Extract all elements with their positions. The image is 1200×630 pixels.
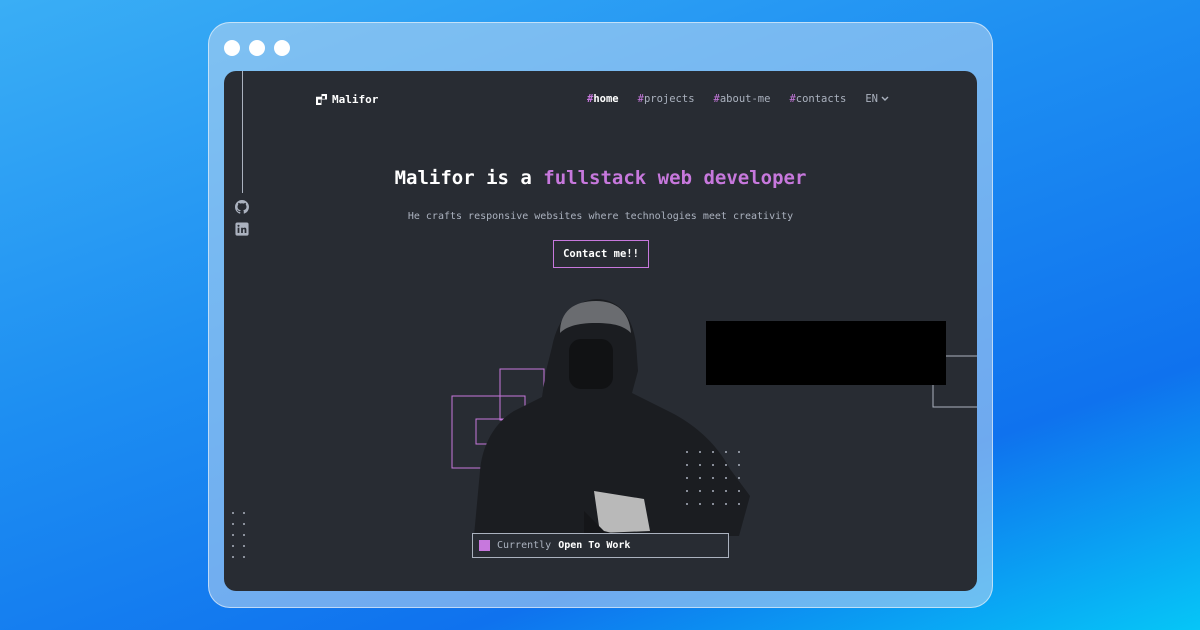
grid-dot (699, 464, 701, 466)
grid-dot (232, 556, 234, 558)
grid-dot (232, 523, 234, 525)
grid-dot (712, 451, 714, 453)
grid-dot (738, 490, 740, 492)
grid-dot (243, 534, 245, 536)
portfolio-page: Malifor #home #projects #about-me #conta… (224, 71, 977, 591)
grid-dot (699, 490, 701, 492)
browser-window: Malifor #home #projects #about-me #conta… (208, 22, 993, 608)
grid-dot (686, 503, 688, 505)
grid-dot (725, 490, 727, 492)
grid-dot (725, 477, 727, 479)
grid-dot (686, 464, 688, 466)
left-dot-grid (232, 512, 245, 558)
status-value: Open To Work (558, 540, 631, 551)
maximize-window-button[interactable] (274, 40, 290, 56)
grid-dot (712, 464, 714, 466)
status-prefix: Currently (497, 540, 552, 551)
grid-dot (712, 503, 714, 505)
grid-dot (699, 451, 701, 453)
grid-dot (243, 556, 245, 558)
grid-dot (712, 477, 714, 479)
grid-dot (243, 523, 245, 525)
grid-dot (686, 477, 688, 479)
grid-dot (738, 451, 740, 453)
grid-dot (699, 503, 701, 505)
grid-dot (232, 512, 234, 514)
minimize-window-button[interactable] (249, 40, 265, 56)
status-badge: Currently Open To Work (472, 533, 729, 558)
grid-dot (243, 512, 245, 514)
grid-dot (232, 534, 234, 536)
grid-dot (243, 545, 245, 547)
grid-dot (725, 451, 727, 453)
grid-dot (725, 464, 727, 466)
grid-dot (712, 490, 714, 492)
close-window-button[interactable] (224, 40, 240, 56)
grid-dot (738, 464, 740, 466)
grid-dot (232, 545, 234, 547)
grid-dot (725, 503, 727, 505)
window-controls (224, 40, 290, 56)
status-indicator (479, 540, 490, 551)
grid-dot (738, 503, 740, 505)
grid-dot (686, 451, 688, 453)
grid-dot (686, 490, 688, 492)
redacted-box (706, 321, 946, 385)
grid-dot (699, 477, 701, 479)
grid-dot (738, 477, 740, 479)
